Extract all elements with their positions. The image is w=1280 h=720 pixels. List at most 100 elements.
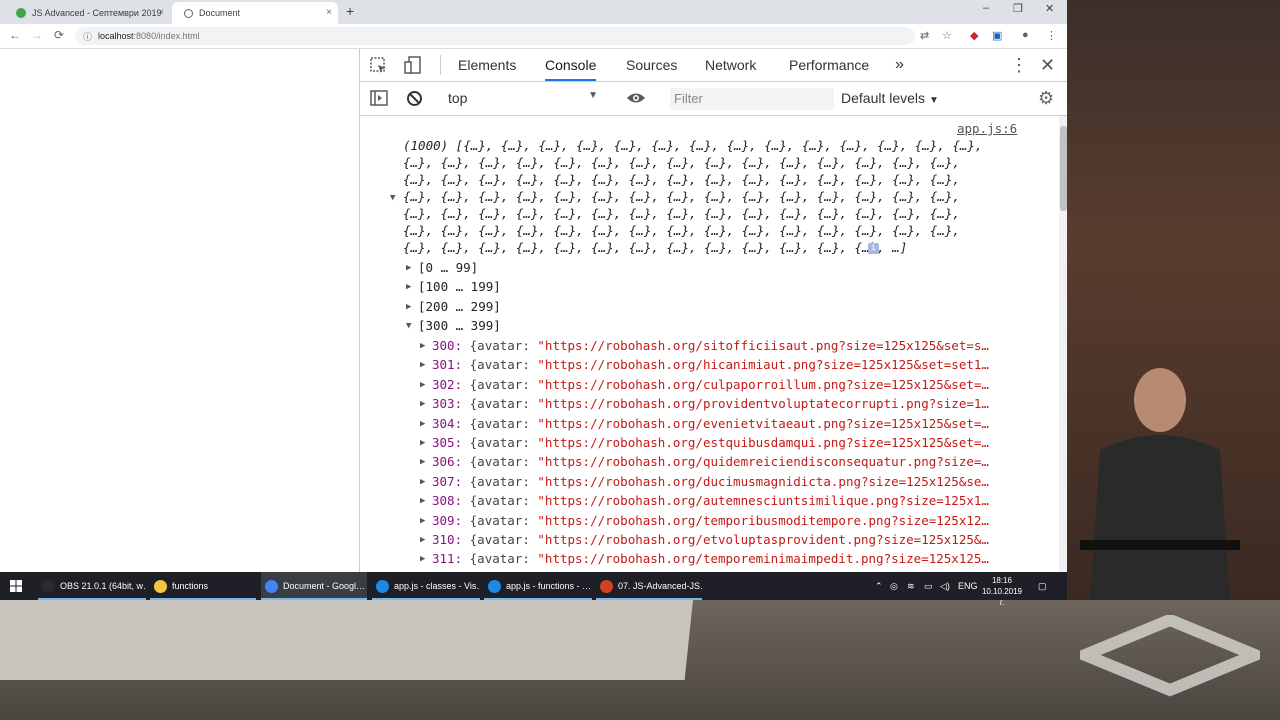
expand-triangle-icon[interactable]: ▶ — [420, 516, 425, 526]
array-preview-line: {…}, {…}, {…}, {…}, {…}, {…}, {…}, {…}, … — [403, 155, 960, 170]
tab-js-advanced[interactable]: JS Advanced - Септември 2019 × — [4, 2, 170, 24]
object-row[interactable]: 304: {avatar: "https://robohash.org/even… — [432, 414, 1032, 433]
close-devtools-icon[interactable]: ✕ — [1040, 49, 1055, 81]
console-scrollbar[interactable] — [1059, 116, 1067, 572]
tray-caret-icon[interactable]: ⌃ — [875, 572, 883, 600]
taskbar-app[interactable]: app.js - functions - … — [484, 572, 592, 600]
expand-triangle-icon[interactable]: ▶ — [420, 457, 425, 467]
object-row[interactable]: 306: {avatar: "https://robohash.org/quid… — [432, 452, 1032, 471]
expand-triangle-icon[interactable]: ▶ — [406, 282, 411, 292]
taskbar-app[interactable]: functions — [150, 572, 256, 600]
expand-triangle-icon[interactable]: ▶ — [420, 399, 425, 409]
console-toolbar: top ▼ Filter Default levels ▼ ⚙ — [360, 82, 1067, 116]
taskbar-app-label: Document - Googl… — [283, 581, 366, 591]
expand-triangle-icon[interactable]: ▶ — [420, 419, 425, 429]
taskbar-app[interactable]: app.js - classes - Vis… — [372, 572, 480, 600]
language-indicator[interactable]: ENG — [958, 572, 978, 600]
range-group[interactable]: [100 … 199] — [418, 277, 501, 296]
object-row[interactable]: 305: {avatar: "https://robohash.org/estq… — [432, 433, 1032, 452]
collapse-triangle-icon[interactable]: ▼ — [406, 321, 411, 331]
context-selector[interactable]: top ▼ — [448, 90, 598, 106]
close-tab-icon[interactable]: × — [326, 7, 332, 18]
expand-triangle-icon[interactable]: ▶ — [420, 535, 425, 545]
object-row[interactable]: 301: {avatar: "https://robohash.org/hica… — [432, 355, 1032, 374]
object-row[interactable]: 311: {avatar: "https://robohash.org/temp… — [432, 549, 1032, 568]
taskbar-app[interactable]: OBS 21.0.1 (64bit, w… — [38, 572, 146, 600]
more-tabs-icon[interactable]: » — [895, 49, 904, 81]
object-row[interactable]: 303: {avatar: "https://robohash.org/prov… — [432, 394, 1032, 413]
profile-icon[interactable]: ● — [1022, 29, 1029, 41]
wifi-icon[interactable]: ≋ — [907, 572, 915, 600]
back-button[interactable]: ← — [9, 28, 21, 42]
shield-extension-icon[interactable]: ◆ — [970, 29, 978, 42]
devtools-menu-icon[interactable]: ⋮ — [1010, 49, 1028, 81]
notifications-icon[interactable]: ▢ — [1038, 572, 1047, 600]
expand-triangle-icon[interactable]: ▶ — [420, 341, 425, 351]
range-group[interactable]: [300 … 399] — [418, 316, 501, 335]
range-group[interactable]: [200 … 299] — [418, 297, 501, 316]
row-index: 306: — [432, 454, 463, 470]
object-row[interactable]: 310: {avatar: "https://robohash.org/etvo… — [432, 530, 1032, 549]
object-row[interactable]: 300: {avatar: "https://robohash.org/sito… — [432, 336, 1032, 355]
inspect-element-icon[interactable] — [370, 57, 388, 75]
tab-document[interactable]: Document × — [172, 2, 338, 24]
address-bar[interactable]: ⓘ localhost:8080/index.html — [75, 27, 915, 45]
object-row[interactable]: 308: {avatar: "https://robohash.org/aute… — [432, 491, 1032, 510]
taskbar-app[interactable]: 07. JS-Advanced-JS… — [596, 572, 702, 600]
expand-triangle-icon[interactable]: ▶ — [420, 477, 425, 487]
row-index: 302: — [432, 376, 463, 392]
extension-icon[interactable]: ▣ — [992, 29, 1002, 42]
device-toolbar-icon[interactable] — [404, 56, 422, 74]
expand-triangle-icon[interactable]: ▶ — [406, 302, 411, 312]
gear-icon[interactable]: ⚙ — [1038, 88, 1054, 109]
translate-icon[interactable]: ⇄ — [920, 29, 929, 42]
filter-input[interactable]: Filter — [670, 88, 834, 110]
volume-icon[interactable]: ◁) — [940, 572, 950, 600]
info-badge-icon[interactable]: i — [868, 243, 879, 254]
expand-triangle-icon[interactable]: ▶ — [420, 360, 425, 370]
tab-strip: JS Advanced - Септември 2019 × Document … — [0, 0, 1067, 24]
source-link[interactable]: app.js:6 — [957, 121, 1017, 136]
tab-sources[interactable]: Sources — [626, 49, 677, 81]
running-indicator — [150, 598, 256, 600]
minimize-button[interactable]: – — [983, 2, 989, 14]
collapse-triangle-icon[interactable]: ▼ — [390, 193, 395, 203]
new-tab-button[interactable]: + — [346, 3, 354, 19]
expand-triangle-icon[interactable]: ▶ — [420, 380, 425, 390]
tab-performance[interactable]: Performance — [789, 49, 869, 81]
app-icon — [600, 580, 613, 594]
clock[interactable]: 18:16 10.10.2019 г. — [980, 575, 1024, 608]
expand-triangle-icon[interactable]: ▶ — [420, 554, 425, 564]
close-window-button[interactable]: ✕ — [1045, 2, 1054, 15]
taskbar-app[interactable]: Document - Googl… — [261, 572, 367, 600]
clock-time: 18:16 — [991, 576, 1013, 585]
info-icon[interactable]: ⓘ — [83, 30, 92, 43]
expand-triangle-icon[interactable]: ▶ — [406, 263, 411, 273]
tab-console[interactable]: Console — [545, 49, 597, 81]
scrollbar-thumb[interactable] — [1060, 126, 1067, 211]
maximize-button[interactable]: ❐ — [1013, 2, 1023, 15]
object-row[interactable]: 307: {avatar: "https://robohash.org/duci… — [432, 472, 1032, 491]
clear-console-icon[interactable] — [406, 90, 423, 107]
tab-network[interactable]: Network — [705, 49, 756, 81]
expand-triangle-icon[interactable]: ▶ — [420, 438, 425, 448]
object-row[interactable]: 309: {avatar: "https://robohash.org/temp… — [432, 511, 1032, 530]
sidebar-toggle-icon[interactable] — [370, 90, 388, 106]
menu-icon[interactable]: ⋮ — [1046, 29, 1057, 42]
log-levels-dropdown[interactable]: Default levels ▼ — [841, 90, 939, 106]
expand-triangle-icon[interactable]: ▶ — [420, 496, 425, 506]
close-tab-icon[interactable]: × — [158, 7, 164, 18]
object-row[interactable]: 302: {avatar: "https://robohash.org/culp… — [432, 375, 1032, 394]
range-group[interactable]: [0 … 99] — [418, 258, 478, 277]
forward-button[interactable]: → — [31, 28, 43, 42]
battery-icon[interactable]: ▭ — [924, 572, 933, 600]
reload-button[interactable]: ⟳ — [54, 28, 64, 42]
tab-elements[interactable]: Elements — [458, 49, 516, 81]
network-icon[interactable]: ◎ — [890, 572, 898, 600]
windows-start-icon[interactable] — [10, 580, 22, 592]
running-indicator — [372, 598, 480, 600]
eye-icon[interactable] — [626, 91, 646, 105]
star-icon[interactable]: ☆ — [942, 29, 952, 42]
array-preview-line[interactable]: (1000) [{…}, {…}, {…}, {…}, {…}, {…}, {…… — [403, 137, 1043, 154]
row-index: 307: — [432, 473, 463, 489]
